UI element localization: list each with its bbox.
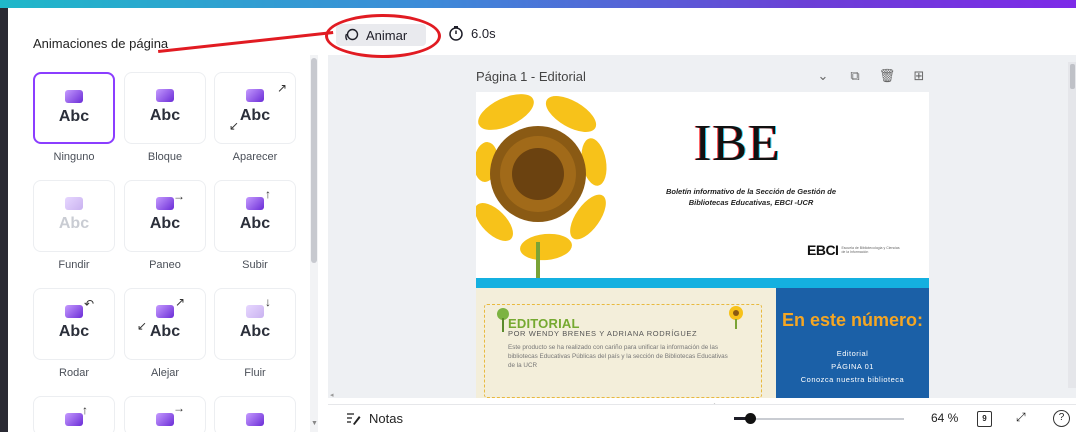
animations-panel: Animaciones de página Abc Ninguno Abc Bl… [8,8,318,432]
notes-button[interactable]: Notas [346,411,403,426]
ebci-logo-text: EBCI [807,242,839,258]
animation-tile-more[interactable]: ↑ [33,396,115,432]
contents-title: En este número: [781,310,924,330]
add-page-icon[interactable]: ⊞ [910,68,928,84]
animation-preview-text: Abc [239,107,271,124]
left-rail-edge [0,8,8,432]
animation-label: Subir [242,259,268,271]
stopwatch-icon [449,26,463,41]
animation-label: Alejar [150,367,180,379]
animation-tile-fluir[interactable]: ↓ Abc [214,288,296,360]
canva-editor: Animaciones de página Abc Ninguno Abc Bl… [0,0,1076,432]
help-icon[interactable]: ? [1053,410,1070,427]
teal-band [476,278,929,288]
contents-item: Editorial [836,349,869,358]
image-placeholder-icon [246,413,264,426]
panel-scrollbar-thumb[interactable] [311,58,317,263]
cover-subtitle: Boletín informativo de la Sección de Ges… [665,187,837,207]
image-placeholder-icon [246,89,264,102]
contents-list: Editorial PÁGINA 01 Conozca nuestra bibl… [776,347,929,386]
fullscreen-icon[interactable]: ⤢ [1016,410,1026,425]
image-placeholder-icon [65,305,83,318]
animation-preview-text: Abc [149,215,181,232]
animation-tile-alejar[interactable]: ↗ ↙ Abc [124,288,206,360]
animation-label: Fundir [58,259,90,271]
image-placeholder-icon [156,197,174,210]
bottom-bar [328,404,1076,432]
ebci-logo: EBCI Escuela de Bibliotecología y Cienci… [807,242,901,258]
cover-title: IBE [694,115,781,172]
editorial-body: Este producto se ha realizado con cariño… [508,344,728,369]
animation-label: Rodar [59,367,89,379]
zoom-slider-handle[interactable] [745,413,756,424]
notes-icon [347,413,361,425]
animation-tile-bloque[interactable]: Abc [124,72,206,144]
animation-preview-text: Abc [58,323,90,340]
arrow-down-icon: ↓ [265,295,271,309]
arrow-up-right-icon: ↗ [175,295,186,309]
image-placeholder-icon [246,305,264,318]
duration-label: 6.0s [471,25,496,41]
image-placeholder-icon [65,413,83,426]
trash-icon[interactable]: 🗑 [878,68,896,84]
flower-icon [729,306,743,329]
design-page[interactable]: IBE Boletín informativo de la Sección de… [476,92,929,398]
animation-label: Bloque [147,151,183,163]
arrow-up-icon: ↑ [265,187,271,201]
animation-tile-ninguno[interactable]: Abc [33,72,115,144]
animation-tile-more[interactable] [214,396,296,432]
canvas-scrollbar-thumb[interactable] [1070,64,1075,89]
image-placeholder-icon [156,89,174,102]
duplicate-page-icon[interactable]: ⧉ [846,68,864,84]
animation-label: Paneo [149,259,181,271]
animation-tile-paneo[interactable]: → Abc [124,180,206,252]
animation-label: Ninguno [53,151,95,163]
canvas-scrollbar[interactable] [1068,62,1076,388]
chevron-down-icon[interactable]: ⌄ [814,68,832,84]
scroll-left-arrow-icon[interactable]: ◂ [330,391,334,399]
annotation-circle [325,14,441,58]
image-placeholder-icon [156,305,174,318]
contents-item: PÁGINA 01 [831,362,874,371]
ebci-logo-caption: Escuela de Bibliotecología y Ciencias de… [841,246,900,254]
animation-label: Fluir [244,367,266,379]
rotate-icon: ↶ [84,297,95,311]
arrow-up-icon: ↑ [82,403,88,417]
animation-label: Aparecer [232,151,278,163]
timing-button[interactable]: 6.0s [448,25,496,41]
panel-title: Animaciones de página [33,36,169,51]
animation-tile-fundir[interactable]: Abc [33,180,115,252]
page-count-button[interactable]: 9 [977,411,992,427]
image-placeholder-icon [65,197,83,210]
zoom-slider[interactable] [734,418,904,420]
editorial-authors: POR WENDY BRENES Y ADRIANA RODRÍGUEZ [508,329,698,338]
image-placeholder-icon [156,413,174,426]
scroll-down-arrow-icon[interactable]: ▼ [311,420,318,427]
animation-preview-text: Abc [58,215,90,232]
animation-preview-text: Abc [58,108,90,125]
animation-preview-text: Abc [239,215,271,232]
animation-preview-text: Abc [149,323,181,340]
image-placeholder-icon [65,90,83,103]
animation-tile-rodar[interactable]: ↶ Abc [33,288,115,360]
notes-label: Notas [369,411,403,426]
arrow-right-icon: → [173,189,185,203]
image-placeholder-icon [246,197,264,210]
animation-preview-text: Abc [149,107,181,124]
top-gradient-bar [0,0,1076,8]
animation-tile-subir[interactable]: ↑ Abc [214,180,296,252]
zoom-level[interactable]: 64 % [931,411,958,425]
animation-preview-text: Abc [239,323,271,340]
arrow-right-icon: → [173,401,185,415]
contents-item: Conozca nuestra biblioteca [800,375,905,384]
animation-tile-aparecer[interactable]: ↗ ↙ Abc [214,72,296,144]
animation-tile-more[interactable]: → [124,396,206,432]
page-label[interactable]: Página 1 - Editorial [476,69,586,84]
sunflower-image [476,94,607,278]
arrow-up-right-icon: ↗ [277,81,288,95]
page-toolbar: ⌄ ⧉ 🗑 ⊞ [814,68,928,84]
